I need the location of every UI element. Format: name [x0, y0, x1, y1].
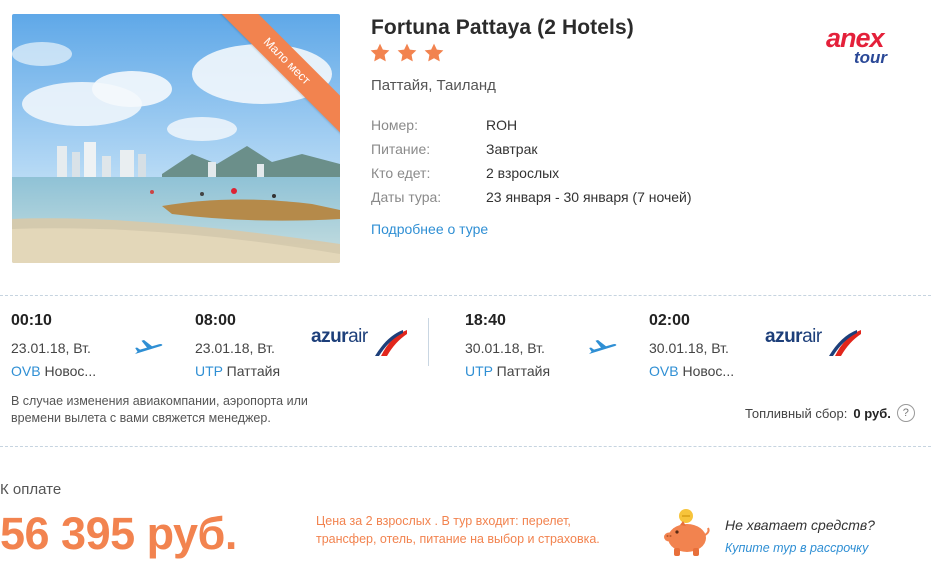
price-includes-note: Цена за 2 взрослых . В тур входит: перел… — [316, 514, 600, 546]
logo-text: anex — [826, 23, 885, 53]
departure-time: 00:10 — [11, 312, 52, 329]
piggy-bank-icon — [664, 509, 710, 556]
airline-name: azur — [311, 326, 349, 347]
star-rating — [369, 42, 445, 64]
departure-date: 30.01.18, Вт. — [465, 340, 545, 356]
tour-details: Номер: ROH Питание: Завтрак Кто едет: 2 … — [371, 117, 692, 213]
detail-value: 23 января - 30 января (7 ночей) — [486, 189, 692, 205]
plane-icon — [589, 340, 617, 354]
arrival-date: 23.01.18, Вт. — [195, 340, 275, 356]
arrival-time: 02:00 — [649, 312, 690, 329]
outbound-departure: 00:10 23.01.18, Вт. OVB Новос... — [11, 312, 96, 384]
star-icon — [424, 43, 444, 62]
airport-city: Паттайя — [226, 363, 281, 379]
payment-label: К оплате — [0, 481, 62, 498]
detail-value: Завтрак — [486, 141, 538, 157]
plane-icon — [135, 340, 163, 354]
inbound-departure: 18:40 30.01.18, Вт. UTP Паттайя — [465, 312, 550, 384]
arrival-airport: UTP Паттайя — [195, 360, 280, 384]
airport-code[interactable]: UTP — [195, 363, 223, 379]
detail-label: Номер: — [371, 117, 418, 133]
divider — [0, 295, 931, 296]
installment-question: Не хватает средств? — [725, 517, 875, 533]
divider — [0, 446, 931, 447]
arrival-airport: OVB Новос... — [649, 360, 734, 384]
arrival-time: 08:00 — [195, 312, 236, 329]
flight-separator — [428, 318, 429, 366]
hotel-location: Паттайя, Таиланд — [371, 77, 496, 94]
detail-value: ROH — [486, 117, 518, 133]
fuel-value: 0 руб. — [853, 405, 891, 421]
detail-row-dates: Даты тура: 23 января - 30 января (7 ноче… — [371, 189, 692, 213]
detail-label: Даты тура: — [371, 189, 442, 205]
detail-row-travelers: Кто едет: 2 взрослых — [371, 165, 692, 189]
airport-city: Новос... — [682, 363, 735, 379]
airport-city: Новос... — [44, 363, 97, 379]
hotel-name[interactable]: Fortuna Pattaya (2 Hotels) — [371, 16, 634, 40]
airport-code[interactable]: OVB — [649, 363, 679, 379]
detail-label: Питание: — [371, 141, 431, 157]
airline-wing-icon — [829, 330, 861, 356]
airport-code[interactable]: UTP — [465, 363, 493, 379]
airline-name: air — [802, 326, 822, 347]
outbound-arrival: 08:00 23.01.18, Вт. UTP Паттайя — [195, 312, 280, 384]
hotel-photo[interactable]: Мало мест — [12, 14, 340, 263]
flight-change-note: В случае изменения авиакомпании, аэропор… — [11, 394, 308, 425]
departure-airport: UTP Паттайя — [465, 360, 550, 384]
inbound-arrival: 02:00 30.01.18, Вт. OVB Новос... — [649, 312, 734, 384]
fuel-label: Топливный сбор: — [745, 405, 848, 421]
airport-city: Паттайя — [496, 363, 551, 379]
arrival-date: 30.01.18, Вт. — [649, 340, 729, 356]
departure-airport: OVB Новос... — [11, 360, 96, 384]
detail-row-room: Номер: ROH — [371, 117, 692, 141]
star-icon — [370, 43, 390, 62]
azur-air-logo: azurair — [311, 326, 411, 362]
anex-tour-logo: anex tour — [826, 23, 898, 68]
departure-date: 23.01.18, Вт. — [11, 340, 91, 356]
airline-name: azur — [765, 326, 803, 347]
help-icon[interactable]: ? — [896, 404, 915, 422]
azur-air-logo: azurair — [765, 326, 865, 362]
departure-time: 18:40 — [465, 312, 506, 329]
detail-label: Кто едет: — [371, 165, 431, 181]
detail-row-meal: Питание: Завтрак — [371, 141, 692, 165]
airline-name: air — [348, 326, 368, 347]
airport-code[interactable]: OVB — [11, 363, 41, 379]
logo-text: tour — [854, 48, 888, 67]
total-price: 56 395 руб. — [0, 508, 237, 559]
tour-details-link[interactable]: Подробнее о туре — [371, 221, 488, 237]
star-icon — [397, 43, 417, 62]
airline-wing-icon — [375, 330, 407, 356]
fuel-surcharge: Топливный сбор: 0 руб. ? — [745, 404, 915, 422]
detail-value: 2 взрослых — [486, 165, 560, 181]
installment-link[interactable]: Купите тур в рассрочку — [725, 541, 868, 555]
